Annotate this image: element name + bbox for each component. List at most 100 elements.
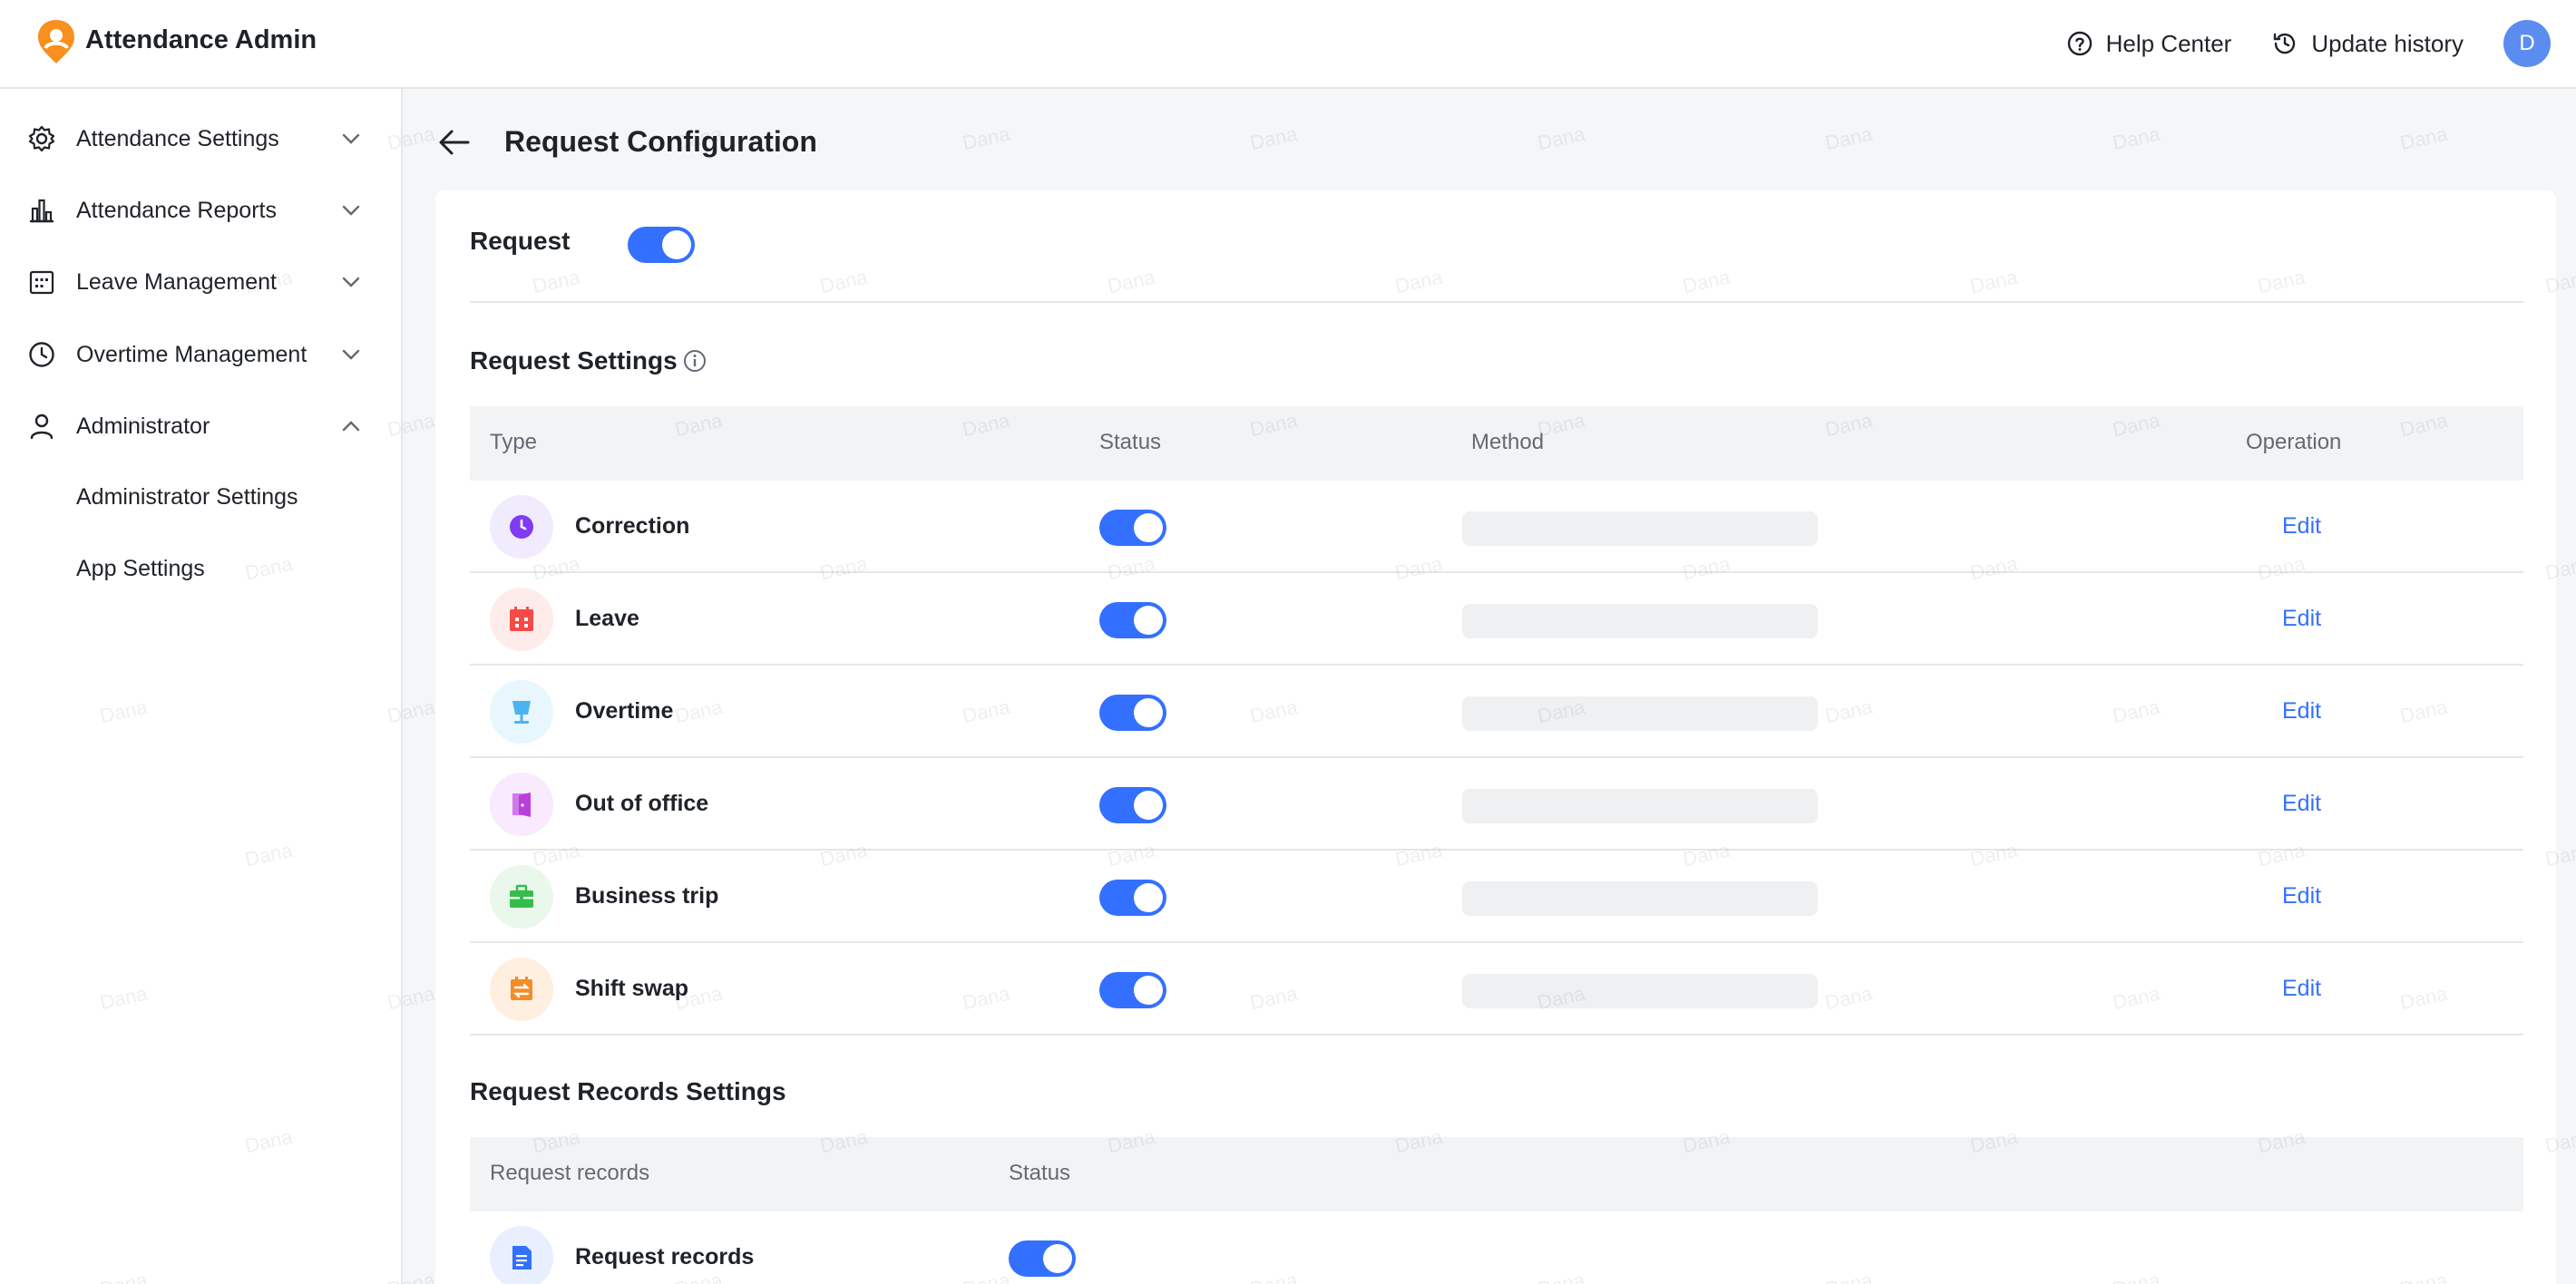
page-title: Request Configuration bbox=[504, 125, 817, 158]
method-placeholder bbox=[1462, 789, 1818, 823]
update-history-label: Update history bbox=[2311, 29, 2464, 57]
sidebar-item-administrator[interactable]: Administrator bbox=[0, 394, 403, 458]
method-placeholder bbox=[1462, 604, 1818, 638]
sidebar-item-overtime-management[interactable]: Overtime Management bbox=[0, 323, 403, 386]
status-toggle[interactable] bbox=[1099, 972, 1166, 1008]
type-name: Out of office bbox=[575, 791, 709, 816]
sidebar-item-label: Attendance Reports bbox=[76, 197, 277, 223]
sidebar-subitem-label: Administrator Settings bbox=[76, 484, 298, 510]
type-name: Business trip bbox=[575, 883, 719, 909]
edit-link[interactable]: Edit bbox=[2282, 791, 2321, 817]
clock-icon bbox=[510, 515, 533, 539]
info-icon[interactable] bbox=[682, 348, 707, 374]
business-trip-badge bbox=[490, 865, 553, 929]
correction-badge bbox=[490, 495, 553, 559]
table-row: Out of office Edit bbox=[470, 758, 2523, 851]
sidebar-item-attendance-reports[interactable]: Attendance Reports bbox=[0, 179, 403, 242]
request-records-title: Request Records Settings bbox=[470, 1077, 786, 1105]
method-placeholder bbox=[1462, 511, 1818, 546]
door-icon bbox=[512, 793, 531, 817]
status-toggle[interactable] bbox=[1099, 695, 1166, 731]
table-row: Correction Edit bbox=[470, 481, 2523, 573]
help-center-link[interactable]: Help Center bbox=[2066, 29, 2232, 58]
request-label: Request bbox=[470, 227, 571, 255]
document-icon bbox=[512, 1246, 532, 1269]
config-card: Request Request Settings Type Status Met… bbox=[435, 190, 2556, 1284]
col-status: Status bbox=[1009, 1161, 1071, 1185]
request-toggle[interactable] bbox=[628, 227, 695, 263]
col-status: Status bbox=[1099, 430, 1162, 454]
chevron-up-icon bbox=[342, 421, 360, 432]
app-logo-icon bbox=[38, 20, 74, 63]
request-records-badge bbox=[490, 1226, 553, 1284]
type-name: Request records bbox=[575, 1244, 755, 1269]
sidebar-item-label: Leave Management bbox=[76, 268, 277, 295]
method-placeholder bbox=[1462, 974, 1818, 1008]
status-toggle[interactable] bbox=[1099, 510, 1166, 546]
status-toggle[interactable] bbox=[1099, 787, 1166, 823]
calendar-icon bbox=[29, 270, 54, 295]
table-row: Overtime Edit bbox=[470, 666, 2523, 758]
main-content: Request Configuration Request Request Se… bbox=[403, 89, 2576, 1284]
status-toggle[interactable] bbox=[1009, 1240, 1076, 1277]
request-settings-title: Request Settings bbox=[470, 346, 678, 374]
help-center-label: Help Center bbox=[2105, 29, 2232, 57]
status-toggle[interactable] bbox=[1099, 602, 1166, 638]
lamp-icon bbox=[512, 701, 531, 724]
clock-icon bbox=[29, 342, 54, 367]
edit-link[interactable]: Edit bbox=[2282, 976, 2321, 1002]
leave-badge bbox=[490, 588, 553, 651]
type-name: Leave bbox=[575, 606, 639, 631]
help-icon bbox=[2067, 31, 2092, 56]
divider bbox=[470, 301, 2523, 303]
bar-chart-icon bbox=[29, 199, 54, 223]
gear-icon bbox=[28, 125, 55, 152]
chevron-down-icon bbox=[342, 205, 360, 216]
chevron-down-icon bbox=[342, 277, 360, 287]
table-row: Request records bbox=[470, 1211, 2523, 1284]
edit-link[interactable]: Edit bbox=[2282, 606, 2321, 632]
method-placeholder bbox=[1462, 696, 1818, 731]
col-operation: Operation bbox=[2246, 430, 2342, 454]
type-name: Overtime bbox=[575, 698, 674, 724]
sidebar-item-attendance-settings[interactable]: Attendance Settings bbox=[0, 107, 403, 170]
history-icon bbox=[2274, 33, 2296, 54]
sidebar-item-label: Administrator bbox=[76, 413, 210, 439]
swap-icon bbox=[511, 977, 532, 1000]
method-placeholder bbox=[1462, 881, 1818, 916]
table-row: Business trip Edit bbox=[470, 851, 2523, 943]
edit-link[interactable]: Edit bbox=[2282, 883, 2321, 910]
user-icon bbox=[30, 413, 54, 440]
sidebar-subitem-administrator-settings[interactable]: Administrator Settings bbox=[0, 468, 403, 528]
sidebar: Attendance Settings Attendance Reports L… bbox=[0, 89, 403, 1284]
avatar[interactable]: D bbox=[2503, 20, 2551, 67]
col-method: Method bbox=[1471, 430, 1545, 454]
sidebar-item-label: Overtime Management bbox=[76, 341, 307, 367]
edit-link[interactable]: Edit bbox=[2282, 698, 2321, 725]
table-row: Shift swap Edit bbox=[470, 943, 2523, 1036]
records-table-header: Request records Status bbox=[470, 1137, 2523, 1211]
calendar-icon bbox=[510, 607, 533, 631]
sidebar-item-leave-management[interactable]: Leave Management bbox=[0, 250, 403, 314]
type-name: Correction bbox=[575, 513, 690, 539]
col-type: Type bbox=[490, 430, 538, 454]
app-title: Attendance Admin bbox=[85, 25, 317, 54]
col-request-records: Request records bbox=[490, 1161, 650, 1185]
overtime-badge bbox=[490, 680, 553, 744]
table-row: Leave Edit bbox=[470, 573, 2523, 666]
status-toggle[interactable] bbox=[1099, 880, 1166, 916]
edit-link[interactable]: Edit bbox=[2282, 513, 2321, 540]
shift-swap-badge bbox=[490, 958, 553, 1021]
back-arrow-icon[interactable] bbox=[437, 127, 472, 158]
chevron-down-icon bbox=[342, 349, 360, 360]
update-history-link[interactable]: Update history bbox=[2271, 30, 2464, 58]
chevron-down-icon bbox=[342, 133, 360, 144]
sidebar-subitem-app-settings[interactable]: App Settings bbox=[0, 540, 403, 599]
briefcase-icon bbox=[510, 884, 533, 908]
type-name: Shift swap bbox=[575, 976, 689, 1001]
sidebar-subitem-label: App Settings bbox=[76, 556, 205, 581]
request-table-header: Type Status Method Operation bbox=[470, 406, 2523, 481]
sidebar-item-label: Attendance Settings bbox=[76, 125, 279, 151]
out-of-office-badge bbox=[490, 773, 553, 836]
top-bar: Attendance Admin Help Center Update hist… bbox=[0, 0, 2576, 89]
